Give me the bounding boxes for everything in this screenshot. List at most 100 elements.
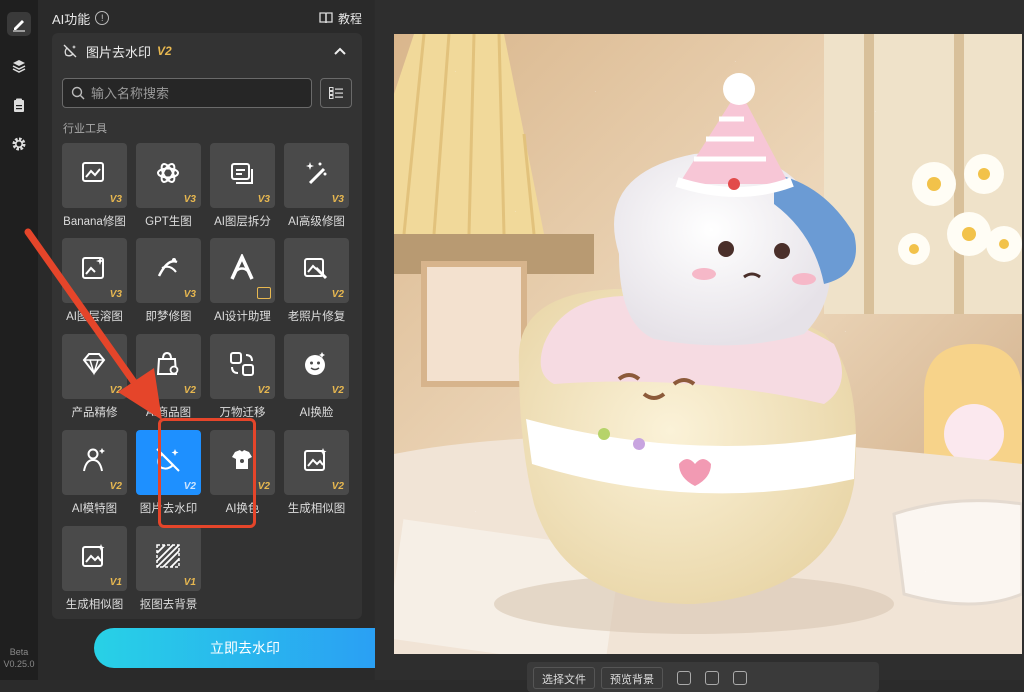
tool-label: 产品精修 [71, 407, 118, 419]
layers-icon[interactable] [7, 54, 31, 78]
tool-tile[interactable]: V2 万物迁移 [210, 334, 275, 420]
shopping-bag-icon [156, 351, 179, 375]
version-badge: V2 [109, 385, 122, 396]
tool-tile[interactable]: V3 GPT生图 [136, 143, 201, 229]
layer-split-icon [231, 163, 253, 184]
tool-tile[interactable]: V2 产品精修 [62, 334, 127, 420]
design-assistant-icon [230, 254, 254, 280]
tool-tile[interactable]: V1 生成相似图 [62, 526, 127, 612]
tool-selector: 图片去水印 V2 行业工具 V3 Banana修图 V3 GPT生图 V3 AI… [52, 33, 362, 619]
clipboard-icon[interactable] [7, 93, 31, 117]
svg-text:·: · [924, 567, 927, 576]
tool-label: Banana修图 [63, 216, 126, 228]
tool-label: AI图层溶图 [66, 311, 123, 323]
svg-text:·: · [844, 327, 847, 336]
similar-image-icon [82, 544, 105, 567]
tutorial-label: 教程 [337, 11, 362, 26]
gear-icon[interactable] [7, 132, 31, 156]
selection-highlight-frame [158, 418, 256, 528]
version-badge: V3 [109, 194, 122, 205]
magic-wand-icon [306, 162, 327, 185]
preview-background-button[interactable]: 预览背景 [601, 667, 663, 689]
preview-image[interactable]: · · · · · · · · [394, 34, 1022, 654]
left-rail: Beta V0.25.0 [0, 0, 39, 680]
info-icon[interactable]: ! [95, 11, 110, 25]
settings-icon[interactable] [733, 671, 747, 685]
book-icon [319, 12, 333, 24]
gpt-icon [157, 163, 179, 183]
tool-title: 图片去水印 [86, 44, 152, 60]
tool-tile[interactable]: V2 AI换脸 [284, 334, 349, 420]
version-label: Beta V0.25.0 [0, 646, 38, 670]
section-label: 行业工具 [63, 123, 107, 135]
tool-tile[interactable]: V3 Banana修图 [62, 143, 127, 229]
edit-icon[interactable] [7, 12, 31, 36]
tool-label: AI设计助理 [214, 311, 271, 323]
tool-header[interactable]: 图片去水印 V2 [52, 33, 362, 69]
tool-tile[interactable]: V2 老照片修复 [284, 238, 349, 324]
remove-watermark-button[interactable]: 立即去水印 [94, 628, 396, 668]
crown-icon [257, 287, 271, 299]
tool-tile[interactable]: V2 AI商品图 [136, 334, 201, 420]
version-badge: V2 [331, 481, 344, 492]
crop-icon[interactable] [677, 671, 691, 685]
tool-tile[interactable]: V3 AI图层拆分 [210, 143, 275, 229]
version-badge: V3 [183, 194, 196, 205]
tool-tile[interactable]: V1 抠图去背景 [136, 526, 201, 612]
tool-label: 即梦修图 [145, 311, 192, 323]
svg-text:·: · [474, 507, 477, 516]
version-badge: V2 [109, 481, 122, 492]
canvas-toolbar: 选择文件 预览背景 [527, 662, 879, 692]
tool-label: AI高级修图 [288, 216, 345, 228]
tool-label: 老照片修复 [287, 311, 346, 323]
tool-label: AI模特图 [71, 503, 118, 515]
search-input[interactable] [89, 84, 293, 102]
version-badge: V1 [183, 577, 196, 588]
tutorial-link[interactable]: 教程 [319, 10, 362, 27]
rotate-icon[interactable] [705, 671, 719, 685]
version-badge: V3 [257, 194, 270, 205]
model-icon [83, 448, 105, 472]
panel-header: AI功能 ! 教程 [52, 8, 362, 28]
watermark-remove-icon [63, 44, 77, 58]
svg-text:·: · [734, 57, 737, 66]
tool-tile[interactable]: V3 AI高级修图 [284, 143, 349, 229]
jimeng-icon [157, 258, 178, 277]
list-view-icon[interactable] [320, 78, 352, 108]
svg-text:·: · [454, 67, 457, 76]
version-badge: V2 [331, 385, 344, 396]
svg-text:·: · [514, 207, 517, 216]
image-edit-icon [82, 162, 104, 182]
tool-tile[interactable]: AI设计助理 [210, 238, 275, 324]
face-swap-icon [305, 352, 325, 375]
search-box[interactable] [62, 78, 312, 108]
choose-file-button[interactable]: 选择文件 [533, 667, 595, 689]
photo-repair-icon [304, 258, 328, 280]
version-badge: V2 [331, 289, 344, 300]
image-blend-icon [82, 257, 104, 279]
tool-label: AI图层拆分 [214, 216, 271, 228]
similar-image-icon [304, 448, 327, 471]
panel-title: AI功能 [52, 11, 91, 27]
version-badge: V3 [183, 289, 196, 300]
tool-label: 生成相似图 [287, 503, 346, 515]
tool-tile[interactable]: V2 AI模特图 [62, 430, 127, 516]
tool-tile[interactable]: V2 生成相似图 [284, 430, 349, 516]
chevron-up-icon[interactable] [332, 43, 348, 59]
version-badge: V2 [183, 385, 196, 396]
transfer-icon [230, 352, 254, 376]
svg-text:·: · [594, 87, 597, 96]
diamond-icon [82, 353, 106, 376]
version-tag: Beta [9, 647, 29, 657]
search-icon [71, 86, 85, 100]
version-badge: V1 [109, 577, 122, 588]
version-badge: V3 [331, 194, 344, 205]
tool-label: 生成相似图 [65, 599, 124, 611]
version-badge: V3 [109, 289, 122, 300]
tool-tile[interactable]: V3 即梦修图 [136, 238, 201, 324]
tool-label: AI换脸 [299, 407, 334, 419]
cutout-icon [156, 544, 180, 568]
tool-version-badge: V2 [157, 44, 172, 58]
tool-tile[interactable]: V3 AI图层溶图 [62, 238, 127, 324]
ai-function-panel: AI功能 ! 教程 图片去水印 V2 行业工具 V3 Banana修图 V3 [38, 0, 396, 680]
